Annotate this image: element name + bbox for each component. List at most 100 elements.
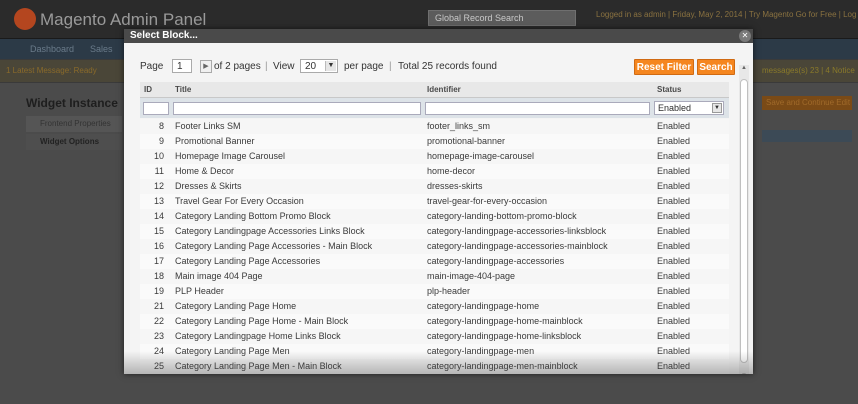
table-row[interactable]: 14 Category Landing Bottom Promo Block cat…	[140, 209, 729, 225]
row-status: Enabled	[657, 331, 691, 341]
col-title[interactable]: Title	[175, 85, 191, 94]
table-row[interactable]: 8 Footer Links SM footer_links_sm Enabled	[140, 119, 729, 135]
per-page-value: 20	[305, 61, 317, 72]
row-identifier: category-landing-bottom-promo-block	[427, 211, 577, 221]
page-input[interactable]: 1	[172, 59, 192, 73]
table-row[interactable]: 11 Home & Decor home-decor Enabled	[140, 164, 729, 180]
row-status: Enabled	[657, 211, 691, 221]
row-identifier: footer_links_sm	[427, 121, 491, 131]
filter-identifier-input[interactable]	[425, 102, 650, 115]
row-status: Enabled	[657, 151, 691, 161]
table-row[interactable]: 10 Homepage Image Carousel homepage-image-…	[140, 149, 729, 165]
row-title: Category Landing Bottom Promo Block	[175, 211, 331, 221]
row-status: Enabled	[657, 316, 691, 326]
row-id: 8	[158, 121, 164, 131]
logged-in-info: Logged in as admin | Friday, May 2, 2014…	[596, 10, 858, 19]
nav-item-dashboard[interactable]: Dashboard	[30, 44, 74, 54]
table-row[interactable]: 17 Category Landing Page Accessories categ…	[140, 254, 729, 270]
row-title: Travel Gear For Every Occasion	[175, 196, 304, 206]
table-row[interactable]: 16 Category Landing Page Accessories - Ma…	[140, 239, 729, 255]
row-title: Main image 404 Page	[175, 271, 263, 281]
global-search-input[interactable]: Global Record Search	[428, 10, 576, 26]
select-block-dialog: Select Block... ✕ Page 1 ▶ of 2 pages | …	[124, 29, 753, 374]
scroll-up-icon[interactable]: ▲	[740, 65, 748, 75]
row-status: Enabled	[657, 181, 691, 191]
row-status: Enabled	[657, 121, 691, 131]
per-page-label: per page	[344, 61, 384, 72]
row-title: Home & Decor	[175, 166, 235, 176]
sidebar-item-frontend-properties[interactable]: Frontend Properties	[26, 116, 122, 132]
message-count[interactable]: messages(s) 23 | 4 Notice	[762, 66, 855, 75]
brand-name: Magento Admin Panel	[40, 10, 207, 29]
row-identifier: category-landingpage-accessories-mainblo…	[427, 241, 608, 251]
view-label: View	[273, 61, 295, 72]
row-title: Dresses & Skirts	[175, 181, 242, 191]
pager-divider: |	[389, 61, 392, 72]
row-identifier: category-landingpage-home-mainblock	[427, 316, 583, 326]
row-identifier: travel-gear-for-every-occasion	[427, 196, 548, 206]
total-records: Total 25 records found	[398, 61, 497, 72]
row-title: Category Landingpage Accessories Links B…	[175, 226, 365, 236]
filter-id-input[interactable]	[143, 102, 169, 115]
row-status: Enabled	[657, 286, 691, 296]
reset-filter-button[interactable]: Reset Filter	[634, 59, 694, 75]
row-title: Category Landingpage Home Links Block	[175, 331, 341, 341]
sidebar-item-widget-options[interactable]: Widget Options	[26, 134, 122, 150]
row-status: Enabled	[657, 196, 691, 206]
scrollbar-thumb[interactable]	[740, 79, 748, 363]
row-title: Category Landing Page Home	[175, 301, 297, 311]
row-identifier: home-decor	[427, 166, 476, 176]
row-identifier: promotional-banner	[427, 136, 506, 146]
row-identifier: category-landingpage-home-linksblock	[427, 331, 582, 341]
row-id: 15	[153, 226, 164, 236]
table-row[interactable]: 13 Travel Gear For Every Occasion travel-g…	[140, 194, 729, 210]
table-row[interactable]: 9 Promotional Banner promotional-banner Ena…	[140, 134, 729, 150]
row-id: 10	[153, 151, 164, 161]
row-title: Homepage Image Carousel	[175, 151, 286, 161]
filter-status-value: Enabled	[658, 103, 692, 113]
save-continue-button[interactable]: Save and Continue Edit	[762, 96, 852, 110]
row-identifier: category-landingpage-home	[427, 301, 540, 311]
row-identifier: main-image-404-page	[427, 271, 516, 281]
row-id: 19	[153, 286, 164, 296]
latest-message[interactable]: 1 Latest Message: Ready	[6, 66, 97, 75]
dialog-bottom-shadow	[124, 351, 753, 374]
table-row[interactable]: 21 Category Landing Page Home category-lan…	[140, 299, 729, 315]
col-identifier[interactable]: Identifier	[427, 85, 461, 94]
filter-status-select[interactable]: Enabled ▼	[654, 101, 724, 115]
row-identifier: homepage-image-carousel	[427, 151, 535, 161]
row-identifier: category-landingpage-accessories	[427, 256, 565, 266]
nav-item-sales[interactable]: Sales	[90, 44, 113, 54]
next-page-icon[interactable]: ▶	[200, 60, 212, 73]
close-icon[interactable]: ✕	[739, 30, 751, 42]
table-row[interactable]: 22 Category Landing Page Home - Main Bloc…	[140, 314, 729, 330]
col-status[interactable]: Status	[657, 85, 681, 94]
section-bar	[762, 130, 852, 142]
page-label: Page	[140, 61, 164, 72]
page-count: of 2 pages	[214, 61, 261, 72]
row-id: 9	[158, 136, 164, 146]
row-id: 16	[153, 241, 164, 251]
chevron-down-icon: ▼	[712, 103, 722, 113]
sidebar-title: Widget Instance	[26, 96, 118, 110]
grid-header: ID Title Identifier Status	[140, 82, 729, 98]
row-title: Category Landing Page Home - Main Block	[175, 316, 349, 326]
table-row[interactable]: 18 Main image 404 Page main-image-404-page…	[140, 269, 729, 285]
filter-title-input[interactable]	[173, 102, 421, 115]
row-id: 22	[153, 316, 164, 326]
row-title: Category Landing Page Accessories	[175, 256, 321, 266]
col-id[interactable]: ID	[144, 85, 152, 94]
table-row[interactable]: 15 Category Landingpage Accessories Links…	[140, 224, 729, 240]
row-status: Enabled	[657, 301, 691, 311]
row-status: Enabled	[657, 136, 691, 146]
search-button[interactable]: Search	[697, 59, 735, 75]
row-id: 17	[153, 256, 164, 266]
pager-divider: |	[265, 61, 268, 72]
table-row[interactable]: 23 Category Landingpage Home Links Block c…	[140, 329, 729, 345]
row-id: 23	[153, 331, 164, 341]
table-row[interactable]: 19 PLP Header plp-header Enabled	[140, 284, 729, 300]
row-id: 18	[153, 271, 164, 281]
table-row[interactable]: 12 Dresses & Skirts dresses-skirts Enabled	[140, 179, 729, 195]
row-title: Promotional Banner	[175, 136, 255, 146]
per-page-select[interactable]: 20 ▼	[300, 59, 338, 73]
